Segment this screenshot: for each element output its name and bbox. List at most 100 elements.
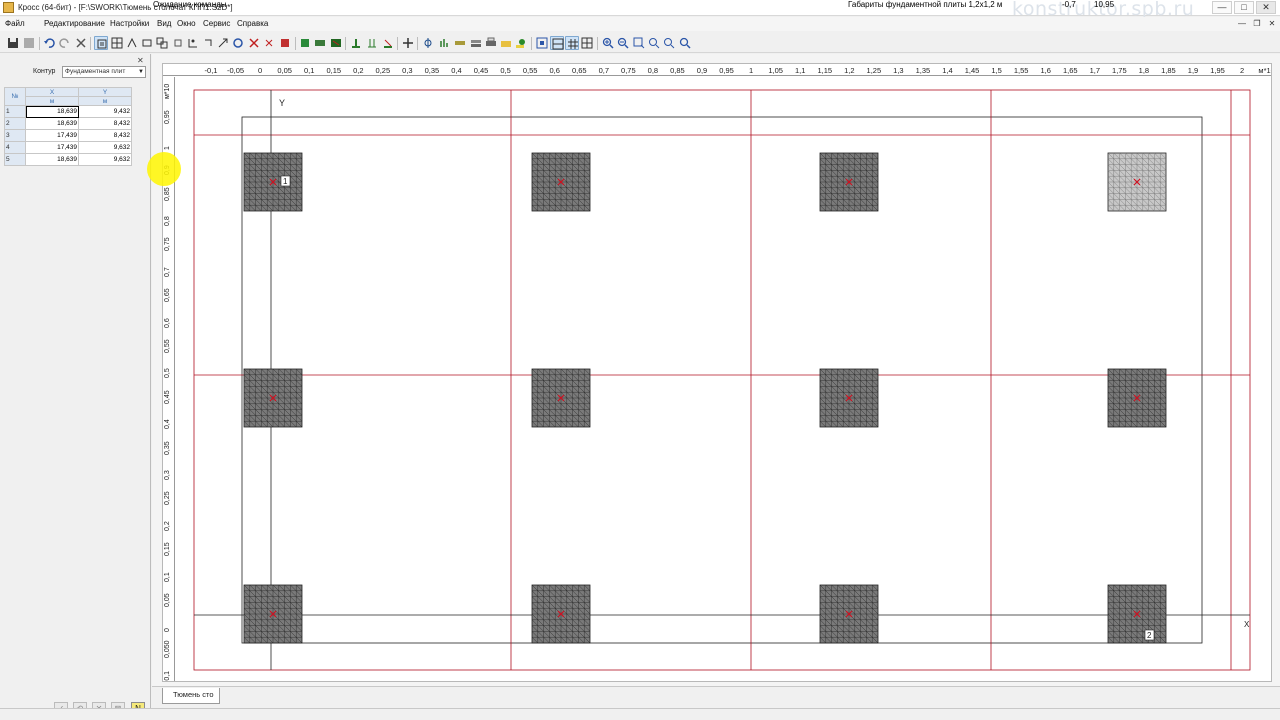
load-delete-icon[interactable] — [329, 36, 343, 50]
refresh-icon[interactable] — [231, 36, 245, 50]
toolbar-separator — [597, 37, 598, 50]
table-row[interactable]: 2 18,639 8,432 — [4, 117, 132, 130]
spring-icon[interactable] — [349, 36, 363, 50]
column-footing[interactable] — [819, 152, 879, 212]
folder-icon[interactable] — [499, 36, 513, 50]
menu-item-settings[interactable]: Настройки — [110, 19, 149, 28]
save-as-icon[interactable] — [22, 36, 36, 50]
ruler-tick-label: 0,85 — [164, 186, 171, 201]
column-footing[interactable] — [1107, 152, 1167, 212]
menu-item-view[interactable]: Вид — [157, 19, 171, 28]
mdi-restore-button[interactable]: ❐ — [1251, 18, 1263, 30]
table-cell-x[interactable]: 18,639 — [25, 117, 79, 130]
column-footing[interactable] — [531, 584, 591, 644]
zoom-extents-icon[interactable] — [678, 36, 692, 50]
spring-delete-icon[interactable] — [381, 36, 395, 50]
contour-label: Контур — [33, 68, 56, 75]
maximize-button[interactable]: □ — [1234, 1, 1254, 14]
undo-icon[interactable] — [42, 36, 56, 50]
column-footing[interactable] — [243, 368, 303, 428]
view-mesh-icon[interactable] — [565, 36, 579, 50]
table-cell-x[interactable]: 18,639 — [25, 153, 79, 166]
zoom-previous-icon[interactable] — [662, 36, 676, 50]
table-cell-y[interactable]: 9,632 — [78, 153, 132, 166]
foundation-plan[interactable]: Y X 1 2 — [176, 77, 1270, 680]
table-cell-y[interactable]: 9,632 — [78, 141, 132, 154]
ruler-tick-label: 0,3 — [164, 470, 171, 480]
contour-icon[interactable] — [186, 36, 200, 50]
tab-document[interactable]: Тюмень сто — [162, 688, 220, 704]
view-nodes-icon[interactable] — [535, 36, 549, 50]
table-cell-x[interactable]: 17,439 — [25, 141, 79, 154]
panel-close-button[interactable]: ✕ — [137, 56, 144, 65]
zoom-in-icon[interactable] — [601, 36, 615, 50]
mdi-close-button[interactable]: ✕ — [1266, 18, 1278, 30]
menu-item-window[interactable]: Окно — [177, 19, 196, 28]
layers-icon[interactable] — [469, 36, 483, 50]
zoom-all-icon[interactable] — [647, 36, 661, 50]
table-cell-x[interactable]: 18,639 — [25, 105, 79, 118]
rotate-icon[interactable] — [201, 36, 215, 50]
plate-contour — [241, 116, 1203, 644]
status-info: Габариты фундаментной плиты 1,2x1,2 м — [848, 0, 1003, 9]
ruler-tick-label: 0,85 — [670, 66, 685, 75]
move-icon[interactable] — [401, 36, 415, 50]
menu-item-edit[interactable]: Редактирование — [44, 19, 105, 28]
table-cell-y[interactable]: 8,432 — [78, 129, 132, 142]
cross-remove-icon[interactable] — [247, 36, 261, 50]
table-cell-y[interactable]: 8,432 — [78, 117, 132, 130]
move-element-icon[interactable] — [171, 36, 185, 50]
column-footing[interactable] — [1107, 584, 1167, 644]
delete-node-icon[interactable] — [262, 36, 276, 50]
node-icon[interactable] — [125, 36, 139, 50]
load-edit-icon[interactable] — [313, 36, 327, 50]
menu-item-help[interactable]: Справка — [237, 19, 268, 28]
table-row[interactable]: 5 18,639 9,632 — [4, 153, 132, 166]
menu-item-file[interactable]: Файл — [5, 19, 25, 28]
zoom-window-icon[interactable] — [632, 36, 646, 50]
view-grid-icon[interactable] — [580, 36, 594, 50]
status-coord-x: -0,7 — [1062, 0, 1076, 9]
ruler-tick-label: 0,7 — [164, 267, 171, 277]
table-cell-y[interactable]: 9,432 — [78, 105, 132, 118]
column-footing[interactable] — [819, 584, 879, 644]
table-cell-number: 4 — [4, 141, 26, 154]
plate-icon[interactable] — [453, 36, 467, 50]
ruler-tick-label: -0,05 — [226, 66, 245, 75]
column-footing[interactable] — [531, 368, 591, 428]
delete-icon[interactable] — [74, 36, 88, 50]
contour-select[interactable]: Фундаментная плит ▼ — [62, 66, 146, 78]
column-footing[interactable] — [1107, 368, 1167, 428]
column-footing[interactable] — [819, 368, 879, 428]
bars-icon[interactable] — [437, 36, 451, 50]
spring-edit-icon[interactable] — [365, 36, 379, 50]
horizontal-ruler: -0,1 -0,05 0 0,05 0,1 0,15 0,2 0,25 0,3 0,35 0,4 0,… — [163, 64, 1271, 76]
column-footing[interactable] — [531, 152, 591, 212]
load-icon[interactable] — [298, 36, 312, 50]
select-mode-icon[interactable] — [94, 36, 108, 50]
menu-item-service[interactable]: Сервис — [203, 19, 230, 28]
ruler-tick-label: 0,75 — [164, 237, 171, 252]
print-icon[interactable] — [484, 36, 498, 50]
minimize-button[interactable]: — — [1212, 1, 1232, 14]
grid-select-icon[interactable] — [110, 36, 124, 50]
ruler-tick-label: 1,6 — [1040, 66, 1051, 75]
close-window-button[interactable]: ✕ — [1256, 1, 1276, 14]
zoom-out-icon[interactable] — [616, 36, 630, 50]
column-footing[interactable] — [243, 584, 303, 644]
mdi-minimize-button[interactable]: — — [1236, 18, 1248, 30]
column-footing[interactable] — [243, 152, 303, 212]
scale-icon[interactable] — [216, 36, 230, 50]
view-numbers-icon[interactable] — [550, 36, 564, 50]
copy-element-icon[interactable] — [155, 36, 169, 50]
element-icon[interactable] — [140, 36, 154, 50]
redo-icon[interactable] — [58, 36, 72, 50]
table-row[interactable]: 3 17,439 8,432 — [4, 129, 132, 142]
table-row[interactable]: 4 17,439 9,632 — [4, 141, 132, 154]
table-cell-x[interactable]: 17,439 — [25, 129, 79, 142]
table-row[interactable]: 1 18,639 9,432 — [4, 105, 132, 118]
paint-icon[interactable] — [514, 36, 528, 50]
phi-icon[interactable] — [421, 36, 435, 50]
save-icon[interactable] — [6, 36, 20, 50]
link-icon[interactable] — [278, 36, 292, 50]
